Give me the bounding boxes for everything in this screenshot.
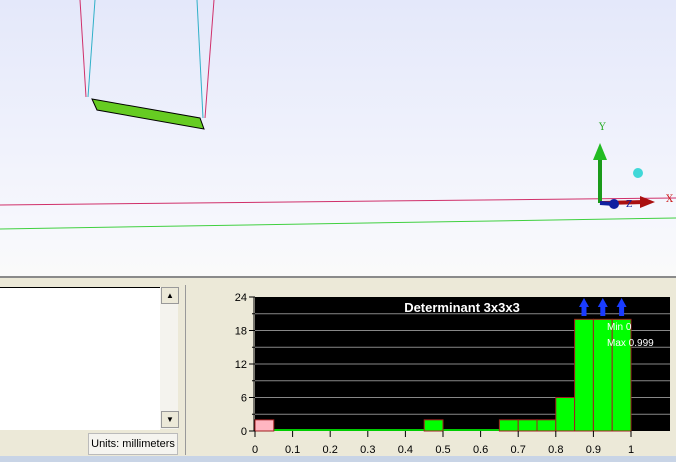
wire-edge xyxy=(196,0,204,119)
taskbar-strip xyxy=(0,456,676,462)
viewport-graphics: Y X Z xyxy=(0,0,676,230)
z-axis-line xyxy=(0,217,676,230)
message-list[interactable] xyxy=(0,287,160,430)
scroll-down-button[interactable]: ▼ xyxy=(161,411,179,428)
wire-edge xyxy=(204,0,215,119)
wire-edge xyxy=(87,0,96,98)
list-scrollbar[interactable]: ▲ ▼ xyxy=(160,287,179,429)
z-axis-ball xyxy=(609,199,619,209)
axis-triad: Y X Z xyxy=(593,122,674,210)
wire-edge xyxy=(79,0,87,98)
scroll-up-button[interactable]: ▲ xyxy=(161,287,179,304)
units-label: Units: millimeters xyxy=(88,433,178,455)
x-axis-line xyxy=(0,197,676,206)
panel-divider xyxy=(185,285,186,455)
3d-viewport[interactable]: Y X Z xyxy=(0,0,676,276)
x-label: X xyxy=(666,194,674,205)
green-plate xyxy=(91,98,205,130)
z-label: Z xyxy=(626,200,632,210)
rotation-center-ball xyxy=(633,168,643,178)
y-label: Y xyxy=(598,122,606,133)
